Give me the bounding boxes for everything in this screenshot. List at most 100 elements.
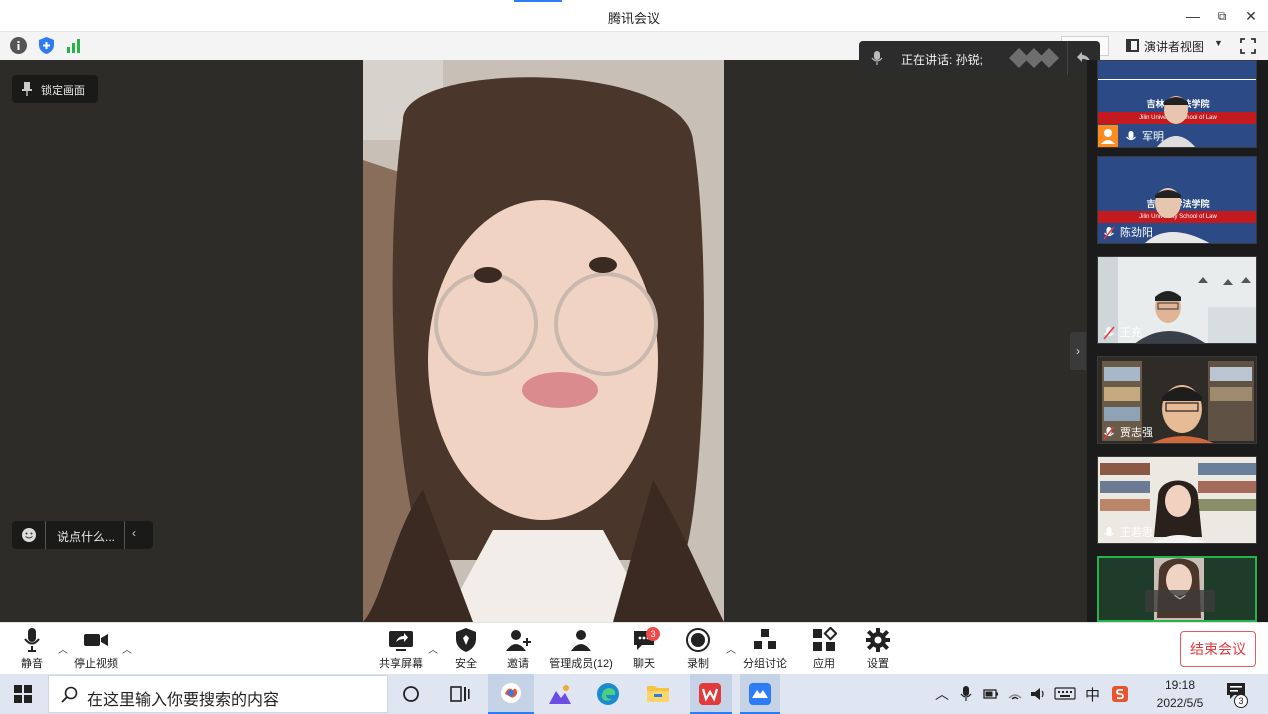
tray-clock-time[interactable]: 19:18 [1152, 678, 1208, 692]
microphone-icon [871, 51, 883, 65]
breakout-label: 分组讨论 [743, 658, 787, 670]
stop-video-label: 停止视频 [74, 658, 118, 670]
tray-microphone-icon[interactable] [960, 686, 972, 707]
add-user-icon [506, 630, 531, 651]
settings-button[interactable]: 设置 [864, 627, 892, 671]
taskbar-search-placeholder: 在这里输入你要搜索的内容 [87, 692, 280, 709]
breakout-button[interactable]: 分组讨论 [742, 627, 788, 671]
taskbar-app-edge-icon[interactable] [596, 682, 620, 711]
security-label: 安全 [455, 658, 477, 670]
shield-icon[interactable] [38, 36, 55, 55]
microphone-icon [1126, 131, 1136, 141]
fullscreen-icon[interactable] [1240, 38, 1256, 54]
notification-center-icon[interactable]: 3 [1226, 682, 1252, 708]
taskbar-app-photos-icon[interactable] [548, 683, 572, 710]
participant-tile[interactable]: 吉林大学法学院 Jilin University School of Law 军… [1097, 60, 1257, 148]
pin-icon [22, 82, 32, 96]
scroll-down-icon[interactable]: ﹀ [1145, 590, 1215, 612]
info-icon[interactable] [10, 37, 27, 54]
invite-label: 邀请 [507, 658, 529, 670]
record-button[interactable]: 录制 [684, 627, 712, 671]
mute-label: 静音 [21, 658, 43, 670]
view-mode-label: 演讲者视图 [1144, 40, 1205, 54]
tray-battery-icon[interactable] [983, 687, 999, 705]
participant-name: 王充 [1120, 327, 1142, 339]
participant-name: 王若思 [1120, 527, 1153, 539]
participant-tile[interactable]: 王若思 [1097, 456, 1257, 544]
participant-name: 贾志强 [1120, 427, 1153, 439]
tray-sogou-icon[interactable] [1111, 685, 1129, 708]
chat-button[interactable]: 聊天 3 [630, 627, 660, 671]
task-view-icon[interactable] [450, 685, 470, 708]
voov-meeting-icon [749, 683, 771, 705]
chevron-up-icon[interactable]: ︿ [726, 641, 736, 656]
chevron-up-icon[interactable]: ︿ [122, 641, 132, 656]
security-button[interactable]: 安全 [452, 627, 480, 671]
participant-tile[interactable]: 贾志强 [1097, 356, 1257, 444]
restore-button[interactable]: ⧉ [1211, 6, 1233, 26]
main-stage: 锁定画面 说点什么... ‹ › [0, 60, 1087, 622]
share-screen-label: 共享屏幕 [379, 658, 423, 670]
end-meeting-button[interactable]: 结束会议 [1180, 631, 1256, 667]
tray-chevron-up-icon[interactable]: ︿ [935, 684, 949, 704]
divider [1067, 41, 1068, 75]
chevron-left-icon[interactable]: ‹ [132, 526, 136, 540]
tray-keyboard-icon[interactable] [1054, 687, 1076, 705]
chevron-up-icon[interactable]: ︿ [58, 641, 68, 656]
chat-input-pill[interactable]: 说点什么... ‹ [12, 521, 153, 549]
signal-icon[interactable] [66, 37, 83, 54]
record-label: 录制 [687, 658, 709, 670]
title-bar: 腾讯会议 — ⧉ ✕ [0, 0, 1268, 32]
participant-tile[interactable]: 王充 [1097, 256, 1257, 344]
windows-start-icon[interactable] [14, 685, 32, 708]
tray-wifi-icon[interactable] [1007, 686, 1023, 705]
speaker-portrait [363, 60, 724, 622]
participant-tile[interactable] [1097, 556, 1257, 622]
microphone-muted-icon [1103, 226, 1115, 240]
emoji-icon[interactable] [21, 527, 37, 543]
tray-volume-icon[interactable] [1030, 686, 1048, 707]
meeting-window: 腾讯会议 — ⧉ ✕ 演讲者视图 ▼ 锁定画面 说点什么... ‹ › 正在讲话… [0, 0, 1268, 714]
microphone-muted-icon [1103, 326, 1115, 340]
chevron-down-icon: ▼ [1214, 38, 1223, 48]
taskbar-app-voov[interactable] [740, 674, 780, 714]
os-taskbar: 在这里输入你要搜索的内容 ︿ 中 19:18 2022/5/5 3 [0, 674, 1268, 714]
taskbar-app-tencent-meeting[interactable] [488, 674, 534, 714]
record-icon [686, 628, 710, 652]
taskbar-search-box[interactable]: 在这里输入你要搜索的内容 [48, 675, 388, 713]
lock-screen-button[interactable]: 锁定画面 [12, 75, 98, 103]
user-icon [1101, 129, 1115, 144]
wps-icon [699, 683, 721, 705]
share-screen-button[interactable]: 共享屏幕 [378, 627, 424, 671]
microphone-icon [1104, 527, 1114, 537]
tray-ime-indicator[interactable]: 中 [1085, 684, 1100, 705]
mute-button[interactable]: 静音 [18, 627, 46, 671]
stop-video-button[interactable]: 停止视频 [72, 627, 120, 671]
tencent-meeting-icon [501, 683, 521, 703]
banner-rule [1098, 79, 1256, 80]
meeting-toolbar: 静音 ︿ 停止视频 ︿ 共享屏幕 ︿ 安全 邀请 管理成员(12) 聊天 3 录… [0, 622, 1268, 674]
taskbar-app-file-explorer-icon[interactable] [646, 682, 670, 709]
chevron-up-icon[interactable]: ︿ [428, 641, 438, 656]
masked-names-graphic [1009, 48, 1059, 68]
invite-button[interactable]: 邀请 [504, 627, 532, 671]
cortana-icon[interactable] [402, 685, 420, 708]
participant-portrait [1145, 188, 1210, 243]
breakout-rooms-icon [754, 629, 776, 649]
collapse-strip-handle[interactable]: › [1070, 332, 1086, 370]
taskbar-app-wps[interactable] [690, 674, 732, 714]
notification-count-badge: 3 [1234, 694, 1248, 708]
view-mode-dropdown[interactable]: 演讲者视图 ▼ [1120, 35, 1228, 57]
close-button[interactable]: ✕ [1240, 6, 1262, 26]
settings-label: 设置 [867, 658, 889, 670]
gear-icon [866, 628, 890, 652]
tray-clock-date[interactable]: 2022/5/5 [1143, 696, 1217, 710]
apps-button[interactable]: 应用 [810, 627, 838, 671]
minimize-button[interactable]: — [1182, 6, 1204, 26]
manage-members-button[interactable]: 管理成员(12) [548, 627, 614, 671]
apps-label: 应用 [813, 658, 835, 670]
speaking-label: 正在讲话: 孙锐; [901, 53, 984, 67]
chat-unread-badge: 3 [646, 627, 660, 641]
speaker-video [363, 60, 724, 622]
participant-tile[interactable]: 吉林大学法学院 Jilin University School of Law 陈… [1097, 156, 1257, 244]
